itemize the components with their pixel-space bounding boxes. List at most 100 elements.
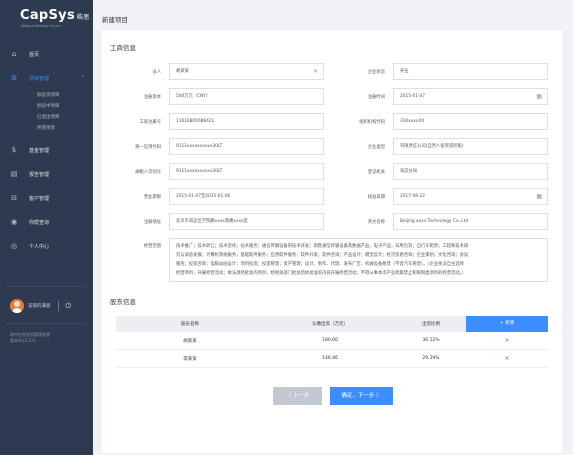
system-version: 版本号V1.0.0	[10, 338, 35, 343]
logo-tagline: Always thinking of you	[21, 24, 61, 28]
user-name[interactable]: 美丽的满意	[28, 303, 51, 309]
sidebar-item-label: 首页	[29, 51, 40, 58]
calendar-icon[interactable]: ▦	[536, 89, 542, 104]
table-row: 胡某某 180.60 36.12% ✕	[116, 332, 548, 350]
reg-authority-input[interactable]: 海淀分局	[393, 163, 548, 180]
sidebar-item-report[interactable]: ▤ 报告管理	[0, 162, 93, 186]
reg-address-input[interactable]: 北京市海淀区学院路xxxx南楼xxxx室	[169, 213, 324, 230]
sidebar-item-label: 报告管理	[29, 171, 50, 178]
reg-number-input[interactable]: 11010800088421	[169, 113, 324, 130]
scope-line: 经营项目，开展经营活动；依法须经批准的项目，经相关部门批准后依批准的内容开展经营…	[176, 271, 467, 276]
label-reg-authority: 登记机关	[367, 170, 385, 175]
column-header: 股东名称	[181, 322, 199, 327]
label-org-code: 组织机构代码	[359, 120, 385, 125]
sidebar-item-fund[interactable]: $ 基金管理	[0, 138, 93, 162]
sidebar-item-label: 基金管理	[29, 147, 50, 154]
user-row: 美丽的满意 ⏻	[0, 295, 93, 317]
shareholder-table: 股东名称 认缴出资（万元） 出资比例 + 新增 胡某某 180.60 36.12…	[116, 316, 548, 368]
delete-icon[interactable]: ✕	[504, 337, 509, 344]
sub-item[interactable]: 终管项目	[37, 123, 93, 134]
next-step-button[interactable]: 确定，下一步 〉	[330, 387, 393, 405]
section-title-business: 工商信息	[110, 44, 136, 52]
english-name-input[interactable]: Beijing xxxx Technology Co.,Ltd	[393, 213, 548, 230]
sidebar-item-label: 个人中心	[29, 243, 50, 250]
scope-line: 究与试验发展；计算机系统服务；基础软件服务；应用软件服务；软件开发；软件咨询；产…	[176, 253, 469, 258]
sub-item[interactable]: 拟投资项目	[37, 90, 93, 101]
main: 新建项目 工商信息 法人 胡某某 ✕ 注册资本 500万元（CNY） 工商注册号 …	[93, 0, 573, 455]
scope-line: 服务；投资咨询；电脑动画设计；项目投资；投资管理；资产管理；设计、制作、代理、发…	[176, 262, 464, 267]
sidebar-divider	[6, 286, 87, 287]
approval-date-value: 2017-08-22	[400, 194, 425, 199]
chevron-up-icon: ⌃	[80, 75, 85, 81]
sidebar-item-customer[interactable]: ⊟ 客户管理	[0, 186, 93, 210]
shareholder-ratio: 29.29%	[422, 356, 440, 361]
table-header: 股东名称 认缴出资（万元） 出资比例 + 新增	[116, 316, 548, 332]
sidebar-nav: ⌂ 首页 ⊞ 项目管理 ⌃ 拟投资项目 拟投中项目 已退出项目 终管项目 $ 基…	[0, 42, 93, 258]
sidebar-item-project[interactable]: ⊞ 项目管理 ⌃	[0, 66, 93, 90]
column-header: 出资比例	[422, 322, 440, 327]
shareholder-amount: 146.46	[322, 356, 338, 361]
fund-icon: $	[11, 146, 17, 154]
column-header: 认缴出资（万元）	[312, 322, 348, 327]
label-approval-date: 核准日期	[367, 195, 385, 200]
logo-text: CapSys	[20, 8, 75, 23]
sidebar-subnav: 拟投资项目 拟投中项目 已退出项目 终管项目	[0, 90, 93, 134]
approval-date-input[interactable]: 2017-08-22 ▦	[393, 188, 548, 205]
add-shareholder-button[interactable]: + 新增	[466, 316, 548, 332]
clear-icon[interactable]: ✕	[313, 64, 318, 79]
label-company-status: 企业状态	[367, 70, 385, 75]
delete-icon[interactable]: ✕	[504, 355, 509, 362]
report-icon: ▤	[10, 170, 18, 178]
form-card: 工商信息 法人 胡某某 ✕ 注册资本 500万元（CNY） 工商注册号 11010…	[102, 30, 562, 453]
label-legal-person: 法人	[152, 70, 161, 75]
sidebar-item-user-center[interactable]: ◎ 个人中心	[0, 234, 93, 258]
label-reg-date: 注册时间	[367, 95, 385, 100]
company-status-input[interactable]: 开业	[393, 63, 548, 80]
shareholder-name: 胡某某	[183, 338, 197, 344]
power-icon[interactable]: ⏻	[66, 302, 72, 311]
tax-id-input[interactable]: 9111xxxxxxxxxx30LT	[169, 163, 324, 180]
reg-date-value: 2015-01-07	[400, 94, 425, 99]
sidebar-item-home[interactable]: ⌂ 首页	[0, 42, 93, 66]
label-credit-code: 统一信用代码	[135, 145, 161, 150]
label-tax-id: 纳税人识别号	[135, 170, 161, 175]
separator	[57, 301, 59, 311]
shareholder-amount: 180.60	[322, 338, 338, 343]
org-code-input[interactable]: 330xxxxXX	[393, 113, 548, 130]
legal-person-input[interactable]: 胡某某 ✕	[169, 63, 324, 80]
sidebar-item-label: 客户管理	[29, 195, 50, 202]
page-title: 新建项目	[102, 16, 128, 24]
scope-line: 技术推广；技术转让；技术咨询；技术服务；通信传输设备的技术开发；销售通信传输设备…	[176, 244, 469, 249]
calendar-icon[interactable]: ▦	[536, 189, 542, 204]
logo[interactable]: CapSys 皓思 Always thinking of you	[0, 0, 93, 28]
label-company-type: 企业类型	[367, 145, 385, 150]
business-scope-textarea[interactable]: 技术推广；技术转让；技术咨询；技术服务；通信传输设备的技术开发；销售通信传输设备…	[169, 238, 548, 282]
label-registered-capital: 注册资本	[143, 95, 161, 100]
user-center-icon: ◎	[10, 242, 18, 250]
avatar[interactable]	[10, 299, 24, 313]
legal-person-value: 胡某某	[176, 69, 189, 74]
business-term-input[interactable]: 2015-01-07至2035-01-06	[169, 188, 324, 205]
credit-code-input[interactable]: 9111xxxxxxxxxx30LT	[169, 138, 324, 155]
project-icon: ⊞	[11, 74, 17, 82]
shareholder-name: 李某某	[183, 356, 197, 362]
table-row: 李某某 146.46 29.29% ✕	[116, 350, 548, 368]
label-reg-number: 工商注册号	[139, 120, 161, 125]
home-icon: ⌂	[11, 50, 17, 58]
query-icon: ◉	[10, 218, 18, 226]
prev-step-button[interactable]: 〈 上一步	[273, 387, 322, 405]
sub-item[interactable]: 已退出项目	[37, 112, 93, 123]
label-business-scope: 经营范围	[143, 244, 161, 249]
sidebar-item-label: 项目管理	[29, 75, 50, 82]
system-info: 易中信息投资管理系统 版本号V1.0.0	[0, 332, 93, 344]
company-type-input[interactable]: 有限责任公司(自然人投资或控股)	[393, 138, 548, 155]
sub-item[interactable]: 拟投中项目	[37, 101, 93, 112]
sidebar-item-query[interactable]: ◉ 你帮查询	[0, 210, 93, 234]
registered-capital-input[interactable]: 500万元（CNY）	[169, 88, 324, 105]
reg-date-input[interactable]: 2015-01-07 ▦	[393, 88, 548, 105]
label-business-term: 营业期限	[143, 195, 161, 200]
sidebar-divider	[6, 323, 87, 324]
sidebar: CapSys 皓思 Always thinking of you ⌂ 首页 ⊞ 项…	[0, 0, 93, 455]
customer-icon: ⊟	[11, 194, 17, 202]
section-title-shareholders: 股东信息	[110, 298, 136, 306]
